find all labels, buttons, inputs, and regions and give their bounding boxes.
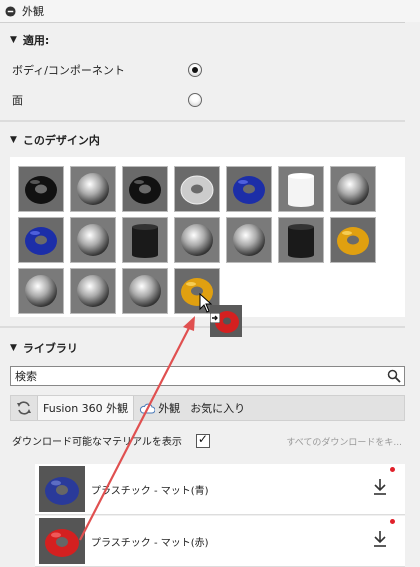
panel-titlebar: 外観 <box>0 0 420 23</box>
in-design-section-header[interactable]: ▼ このデザイン内 <box>0 130 420 150</box>
download-all-link[interactable]: すべてのダウンロードをキ... <box>286 435 402 448</box>
apply-header-label: 適用: <box>22 34 50 47</box>
design-swatch-chrome-sphere[interactable] <box>18 268 64 314</box>
material-thumbnail <box>39 518 85 564</box>
search-text: 検索 <box>15 370 37 383</box>
new-indicator-dot <box>390 467 395 472</box>
library-section-header[interactable]: ▼ ライブラリ <box>0 338 420 358</box>
show-downloadable-row[interactable]: ダウンロード可能なマテリアルを表示 <box>12 432 210 448</box>
triangle-down-icon: ▼ <box>10 343 17 353</box>
tab-appearance[interactable]: 外観 <box>134 396 185 420</box>
tab-favorites[interactable]: お気に入り <box>185 396 250 420</box>
design-swatch-chrome-sphere[interactable] <box>330 166 376 212</box>
new-indicator-dot <box>390 519 395 524</box>
mouse-cursor-icon <box>199 293 213 313</box>
apply-option-body[interactable]: ボディ/コンポーネント <box>12 60 202 80</box>
apply-section-header[interactable]: ▼ 適用: <box>0 30 420 50</box>
design-swatch-gold-torus[interactable] <box>330 217 376 263</box>
design-swatch-chrome-torus[interactable] <box>174 166 220 212</box>
apply-option-face[interactable]: 面 <box>12 90 202 110</box>
material-item-blue[interactable]: プラスチック - マット(青) <box>35 464 405 515</box>
face-radio[interactable] <box>188 93 202 107</box>
material-item-red[interactable]: プラスチック - マット(赤) <box>35 516 405 567</box>
apply-option-face-label: 面 <box>12 94 23 107</box>
show-downloadable-checkbox[interactable] <box>195 432 210 448</box>
download-icon[interactable] <box>373 478 387 496</box>
design-swatch-chrome-sphere[interactable] <box>174 217 220 263</box>
design-swatch-blue-torus[interactable] <box>18 217 64 263</box>
tab-favorites-label: お気に入り <box>190 402 246 415</box>
collapse-icon[interactable] <box>5 5 16 17</box>
tab-appearance-label: 外観 <box>158 402 181 415</box>
material-name: プラスチック - マット(青) <box>91 486 209 497</box>
library-tabs: Fusion 360 外観 外観 お気に入り <box>10 395 405 421</box>
material-thumbnail <box>39 466 85 512</box>
design-swatch-blue-torus[interactable] <box>226 166 272 212</box>
material-name: プラスチック - マット(赤) <box>91 538 209 549</box>
design-swatch-white-cylinder[interactable] <box>278 166 324 212</box>
library-search-input[interactable]: 検索 <box>10 366 405 386</box>
body-radio[interactable] <box>188 63 202 77</box>
divider <box>0 120 405 122</box>
search-icon[interactable] <box>387 369 401 383</box>
show-downloadable-label: ダウンロード可能なマテリアルを表示 <box>12 437 182 448</box>
download-icon[interactable] <box>373 530 387 548</box>
refresh-button[interactable] <box>11 396 37 420</box>
design-swatch-chrome-sphere[interactable] <box>226 217 272 263</box>
drag-ghost-swatch <box>210 305 242 337</box>
design-swatch-chrome-sphere[interactable] <box>70 217 116 263</box>
design-swatch-chrome-sphere[interactable] <box>70 268 116 314</box>
panel-title: 外観 <box>22 5 44 18</box>
design-swatch-black-cylinder[interactable] <box>122 217 168 263</box>
design-swatch-black-torus[interactable] <box>18 166 64 212</box>
design-swatch-black-torus[interactable] <box>122 166 168 212</box>
panel-scrollbar[interactable] <box>405 22 420 567</box>
design-swatch-chrome-sphere[interactable] <box>70 166 116 212</box>
apply-option-body-label: ボディ/コンポーネント <box>12 64 125 77</box>
in-design-header-label: このデザイン内 <box>22 134 100 147</box>
drop-target-icon <box>210 313 220 323</box>
cloud-icon <box>140 403 156 413</box>
triangle-down-icon: ▼ <box>10 35 17 45</box>
tab-fusion360[interactable]: Fusion 360 外観 <box>37 396 135 420</box>
tab-fusion360-label: Fusion 360 外観 <box>43 402 129 415</box>
triangle-down-icon: ▼ <box>10 135 17 145</box>
refresh-icon <box>17 401 31 415</box>
design-swatch-chrome-sphere[interactable] <box>122 268 168 314</box>
divider <box>0 326 405 328</box>
design-swatch-black-cylinder[interactable] <box>278 217 324 263</box>
library-header-label: ライブラリ <box>22 342 78 355</box>
